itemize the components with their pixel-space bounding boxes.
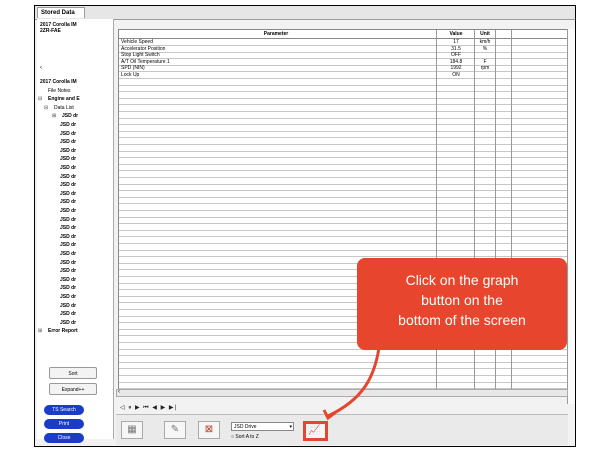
- tree-item[interactable]: JSD dr: [60, 320, 76, 326]
- table-header: Parameter Value Unit: [119, 30, 567, 39]
- tree-item[interactable]: JSD dr: [60, 242, 76, 248]
- tree-item[interactable]: Data List: [54, 105, 74, 111]
- cell-parameter: Accelerator Position: [121, 45, 166, 52]
- vehicle-engine: 2ZR-FAE: [40, 28, 61, 34]
- callout-line-1: Click on the graph: [405, 272, 519, 288]
- vehicle-title: 2017 Corolla IM 2ZR-FAE: [40, 22, 110, 34]
- tree-item[interactable]: JSD dr: [60, 174, 76, 180]
- expand-button[interactable]: Expand++: [49, 383, 97, 395]
- tree-item[interactable]: JSD dr: [60, 303, 76, 309]
- tab-bar: Stored Data: [35, 6, 575, 20]
- data-list-select[interactable]: JSD Drive ▾: [231, 422, 294, 431]
- scroll-left-arrow-icon[interactable]: ‹: [118, 389, 120, 395]
- tree-item[interactable]: JSD dr: [60, 199, 76, 205]
- tree-item[interactable]: JSD dr: [60, 225, 76, 231]
- record-icon[interactable]: ⊠: [198, 421, 220, 439]
- tree-item[interactable]: File Notes: [48, 88, 71, 94]
- tree-item[interactable]: JSD dr: [60, 277, 76, 283]
- cell-parameter: A/T Oil Temperature 1: [121, 58, 170, 65]
- tree-item[interactable]: JSD dr: [60, 285, 76, 291]
- print-button[interactable]: Print: [44, 419, 84, 429]
- ts-search-button[interactable]: TS Search: [44, 405, 84, 415]
- cell-parameter: SPD (NIN): [121, 65, 145, 72]
- tree-item[interactable]: JSD dr: [60, 208, 76, 214]
- tree-expander-icon[interactable]: ⊟: [44, 105, 48, 111]
- cell-parameter: Stop Light Switch: [121, 52, 160, 59]
- snapshot-icon[interactable]: ▦: [121, 421, 143, 439]
- cell-value: ON: [452, 72, 460, 78]
- callout-line-3: bottom of the screen: [398, 312, 526, 328]
- tree-item[interactable]: JSD dr: [60, 191, 76, 197]
- cell-unit: F: [483, 58, 487, 65]
- sort-button[interactable]: Sort: [49, 367, 97, 379]
- tree-item[interactable]: JSD dr: [60, 260, 76, 266]
- tree-item[interactable]: JSD dr: [60, 122, 76, 128]
- tab-stored-data[interactable]: Stored Data: [37, 7, 85, 18]
- radio-label: Sort A to Z: [235, 434, 259, 440]
- playback-controls[interactable]: ◁ ⏸ ▶ ⏮ ◀ ▶ ▶|: [120, 404, 177, 412]
- tree-item[interactable]: JSD dr: [60, 156, 76, 162]
- callout-line-2: button on the: [421, 292, 503, 308]
- tree-item[interactable]: JSD dr: [60, 217, 76, 223]
- tree-item[interactable]: JSD dr: [60, 131, 76, 137]
- cell-value: 184.8: [449, 58, 463, 65]
- tree-item[interactable]: JSD dr: [60, 139, 76, 145]
- close-button[interactable]: Close: [44, 433, 84, 443]
- tree-item[interactable]: JSD dr: [60, 165, 76, 171]
- tree-item[interactable]: JSD dr: [60, 294, 76, 300]
- tree-expander-icon[interactable]: ⊞: [38, 328, 42, 334]
- tree-item[interactable]: Error Report: [48, 328, 78, 334]
- sort-a-to-z-radio[interactable]: ○ Sort A to Z: [231, 434, 259, 441]
- header-parameter[interactable]: Parameter: [121, 30, 431, 38]
- tree-item[interactable]: JSD dr: [60, 268, 76, 274]
- sidebar-collapse-arrow[interactable]: ‹: [40, 65, 42, 71]
- radio-icon: ○: [231, 434, 235, 440]
- tree-item[interactable]: Engine and E: [48, 96, 80, 102]
- header-unit[interactable]: Unit: [476, 30, 494, 38]
- tree-item[interactable]: JSD dr: [60, 182, 76, 188]
- cell-unit: km/h: [479, 39, 491, 45]
- pen-icon[interactable]: ✎: [164, 421, 186, 439]
- tree-expander-icon[interactable]: ⊞: [52, 113, 56, 119]
- cell-value: 31.5: [451, 45, 461, 52]
- cell-unit: %: [482, 45, 488, 52]
- cell-unit: rpm: [480, 65, 490, 72]
- tree-item[interactable]: JSD dr: [60, 251, 76, 257]
- vertical-scrollbar[interactable]: [567, 29, 575, 404]
- cell-value: 1992: [450, 65, 462, 72]
- header-value[interactable]: Value: [439, 30, 473, 38]
- graph-icon: 📈: [308, 425, 321, 436]
- cell-value: 17: [453, 39, 459, 45]
- tree-item[interactable]: 2017 Corolla IM: [40, 79, 77, 85]
- tree-item[interactable]: JSD dr: [60, 148, 76, 154]
- tree-item[interactable]: JSD dr: [60, 234, 76, 240]
- instruction-callout: Click on the graph button on the bottom …: [357, 258, 567, 350]
- tree-item[interactable]: JSD dr: [62, 113, 78, 119]
- cell-parameter: Vehicle Speed: [121, 39, 153, 45]
- chevron-down-icon: ▾: [289, 424, 292, 430]
- tree-item[interactable]: JSD dr: [60, 311, 76, 317]
- cell-value: OFF: [451, 52, 461, 59]
- select-value: JSD Drive: [234, 424, 257, 430]
- tree-expander-icon[interactable]: ⊟: [38, 96, 42, 102]
- cell-parameter: Lock Up: [121, 72, 140, 78]
